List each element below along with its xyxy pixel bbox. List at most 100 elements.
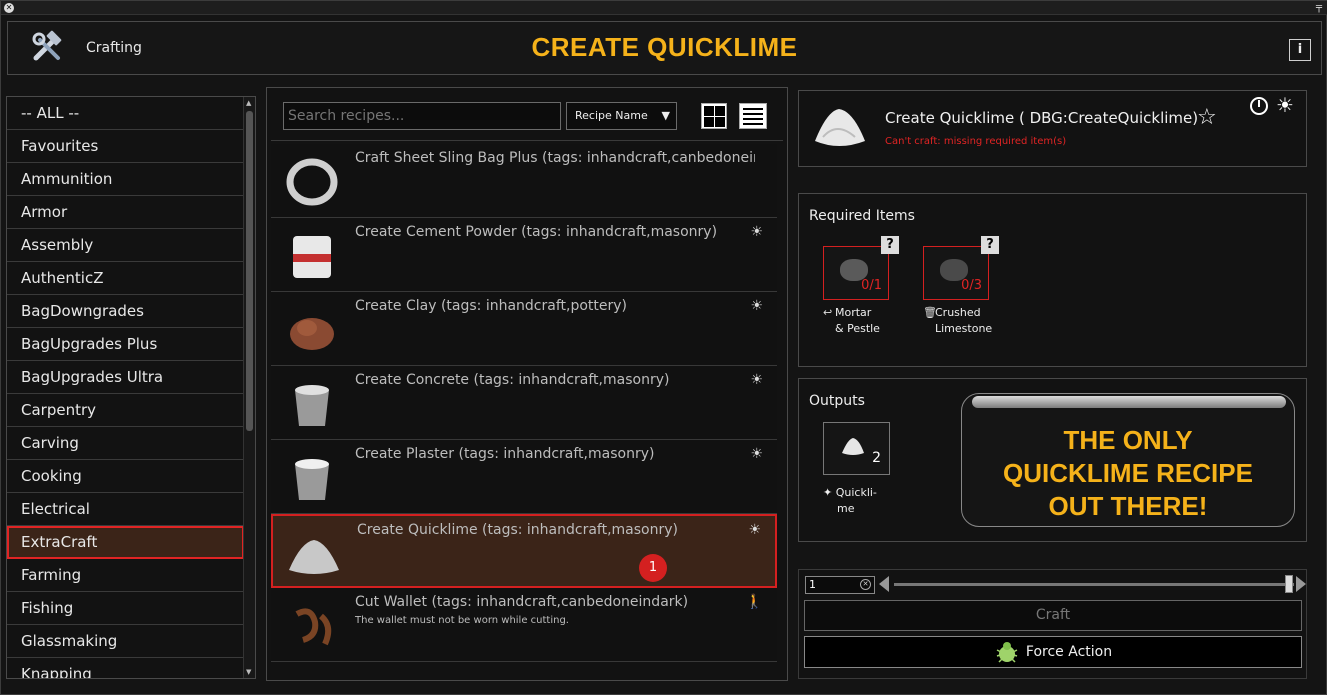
force-action-label: Force Action [1025, 644, 1113, 660]
cement-bag-icon [293, 236, 331, 278]
caption-text: THE ONLY QUICKLIME RECIPE OUT THERE! [1003, 425, 1253, 521]
required-item-label: ↩ Mortar & Pestle [823, 306, 880, 335]
outputs-panel: Outputs 2 ✦ Quickli- me THE ONLY QUICKLI… [798, 378, 1307, 542]
slider-left-arrow-icon[interactable] [879, 576, 889, 592]
recipe-row[interactable]: Create Plaster (tags: inhandcraft,masonr… [271, 440, 777, 514]
craft-error-text: Can't craft: missing required item(s) [885, 136, 1067, 147]
recipe-panel: Recipe Name ▼ Craft Sheet Sling Bag Plus… [266, 87, 788, 681]
category-item[interactable]: BagUpgrades Ultra [7, 361, 244, 394]
recipe-row[interactable]: Create Quicklime (tags: inhandcraft,maso… [271, 514, 777, 588]
sparkle-icon: ✦ [823, 486, 836, 499]
category-item[interactable]: Assembly [7, 229, 244, 262]
output-item-slot[interactable]: 2 [823, 422, 890, 475]
chevron-down-icon: ▼ [661, 109, 670, 122]
category-item[interactable]: BagDowngrades [7, 295, 244, 328]
sort-select[interactable]: Recipe Name ▼ [566, 102, 677, 130]
bug-icon [996, 642, 1018, 663]
recipe-name: Cut Wallet (tags: inhandcraft,canbedonei… [355, 594, 689, 610]
recipe-name: Create Clay (tags: inhandcraft,pottery) [355, 298, 628, 314]
category-item[interactable]: Fishing [7, 592, 244, 625]
list-view-icon[interactable] [739, 103, 767, 129]
recipe-row[interactable]: Craft Sheet Sling Bag Plus (tags: inhand… [271, 144, 777, 218]
recipe-list: Craft Sheet Sling Bag Plus (tags: inhand… [271, 144, 777, 664]
category-item[interactable]: BagUpgrades Plus [7, 328, 244, 361]
recipe-row[interactable]: Create Clay (tags: inhandcraft,pottery) ☀ [271, 292, 777, 366]
craft-actions: 1 ✕ Craft Force Action [798, 569, 1307, 679]
category-item[interactable]: -- ALL -- [7, 97, 244, 130]
close-icon[interactable]: ✕ [4, 3, 14, 13]
category-item[interactable]: AuthenticZ [7, 262, 244, 295]
sun-icon: ☀ [750, 224, 763, 240]
sun-icon: ☀ [1276, 93, 1294, 117]
category-item[interactable]: Electrical [7, 493, 244, 526]
recipe-name: Create Quicklime (tags: inhandcraft,maso… [357, 522, 678, 538]
return-icon: ↩ [823, 306, 833, 319]
sun-icon: ☀ [748, 522, 761, 538]
grid-view-icon[interactable] [701, 103, 727, 129]
category-item[interactable]: Farming [7, 559, 244, 592]
sling-bag-icon [286, 158, 338, 206]
favourite-star-icon[interactable]: ☆ [1197, 105, 1217, 130]
page-title: CREATE QUICKLIME [531, 32, 798, 62]
caption-bar [972, 396, 1286, 408]
recipe-row[interactable]: Cut Wallet (tags: inhandcraft,canbedonei… [271, 588, 777, 662]
clay-icon [290, 318, 334, 350]
required-item-label: 🗑Crushed Limestone [923, 306, 993, 335]
caption-overlay: THE ONLY QUICKLIME RECIPE OUT THERE! [961, 393, 1295, 527]
category-list: -- ALL -- Favourites Ammunition Armor Assemb… [6, 96, 256, 679]
required-items-panel: Required Items 0/1 ? ↩ Mortar & Pestle 0/… [798, 193, 1307, 367]
bucket-icon [295, 385, 329, 426]
category-item[interactable]: ExtraCraft [7, 526, 244, 559]
category-item[interactable]: Ammunition [7, 163, 244, 196]
required-item-slot[interactable]: 0/3 [923, 246, 989, 300]
output-count: 2 [872, 450, 881, 466]
category-item[interactable]: Carpentry [7, 394, 244, 427]
search-input[interactable] [283, 102, 561, 130]
recipe-name: Craft Sheet Sling Bag Plus (tags: inhand… [355, 150, 755, 166]
outputs-label: Outputs [809, 393, 865, 409]
category-item[interactable]: Knapping [7, 658, 244, 678]
quicklime-icon [815, 109, 865, 146]
recipe-note: The wallet must not be worn while cuttin… [355, 615, 569, 626]
category-item[interactable]: Carving [7, 427, 244, 460]
quantity-slider[interactable] [894, 583, 1294, 586]
pin-icon[interactable]: ╤ [1316, 2, 1322, 13]
recipe-row[interactable]: Create Cement Powder (tags: inhandcraft,… [271, 218, 777, 292]
sun-icon: ☀ [750, 446, 763, 462]
sun-icon: ☀ [750, 298, 763, 314]
recipe-detail-header: Create Quicklime ( DBG:CreateQuicklime) … [798, 90, 1307, 167]
slider-handle[interactable] [1285, 575, 1293, 593]
category-scrollbar[interactable]: ▲ ▼ [243, 97, 255, 678]
info-button[interactable]: i [1289, 39, 1311, 61]
slider-right-arrow-icon[interactable] [1296, 576, 1306, 592]
help-icon[interactable]: ? [881, 236, 899, 254]
walking-icon: 🚶 [745, 594, 763, 610]
scroll-down-icon[interactable]: ▼ [246, 668, 251, 676]
timer-icon [1250, 97, 1268, 115]
clear-icon[interactable]: ✕ [860, 579, 871, 590]
category-item[interactable]: Armor [7, 196, 244, 229]
recipe-name: Create Concrete (tags: inhandcraft,mason… [355, 372, 670, 388]
required-count: 0/1 [861, 278, 882, 293]
help-icon[interactable]: ? [981, 236, 999, 254]
recipe-row[interactable]: Create Concrete (tags: inhandcraft,mason… [271, 366, 777, 440]
category-item[interactable]: Favourites [7, 130, 244, 163]
required-items-label: Required Items [809, 208, 915, 224]
sort-select-label: Recipe Name [575, 109, 648, 122]
trash-icon: 🗑 [923, 306, 937, 319]
quantity-input[interactable]: 1 ✕ [805, 576, 875, 594]
sun-icon: ☀ [750, 372, 763, 388]
title-bar: ✕ ╤ [1, 1, 1327, 15]
quicklime-icon [842, 438, 864, 455]
required-item-slot[interactable]: 0/1 [823, 246, 889, 300]
recipe-name: Create Cement Powder (tags: inhandcraft,… [355, 224, 718, 240]
category-item[interactable]: Cooking [7, 460, 244, 493]
scroll-thumb[interactable] [246, 111, 253, 431]
required-count: 0/3 [961, 278, 982, 293]
force-action-button[interactable]: Force Action [804, 636, 1302, 668]
quicklime-icon [289, 540, 339, 574]
scroll-up-icon[interactable]: ▲ [246, 99, 251, 107]
craft-button[interactable]: Craft [804, 600, 1302, 631]
divider [271, 140, 783, 141]
category-item[interactable]: Glassmaking [7, 625, 244, 658]
